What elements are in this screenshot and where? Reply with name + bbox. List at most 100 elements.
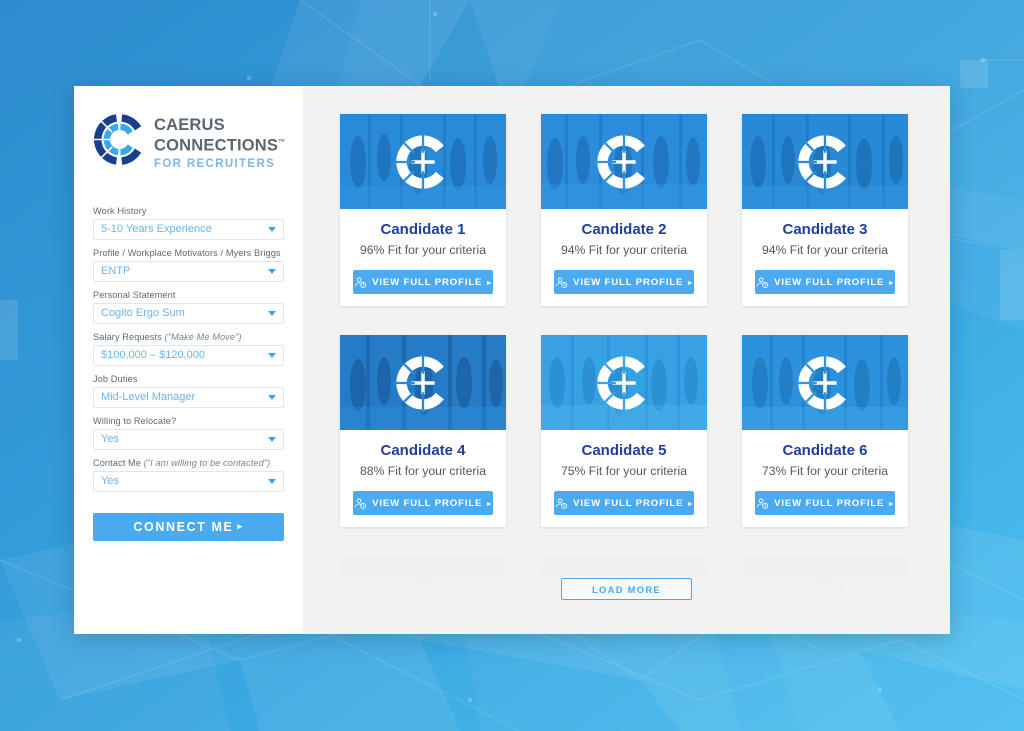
view-full-profile-button[interactable]: VIEW FULL PROFILE ▸ — [755, 491, 895, 515]
main-panel: CAERUS CONNECTIONS™ FOR RECRUITERS Work … — [74, 86, 950, 634]
chevron-down-icon — [268, 479, 276, 484]
connect-me-button[interactable]: CONNECT ME ▸ — [93, 512, 284, 541]
view-full-profile-button[interactable]: VIEW FULL PROFILE ▸ — [554, 270, 694, 294]
person-profile-icon — [555, 276, 568, 289]
person-profile-icon — [354, 276, 367, 289]
app-window: CAERUS CONNECTIONS™ FOR RECRUITERS Work … — [0, 0, 1024, 731]
label-personal-statement: Personal Statement — [93, 290, 284, 300]
candidate-card[interactable]: Candidate 2 94% Fit for your criteria VI… — [541, 114, 707, 306]
label-text: Willing to Relocate? — [93, 415, 177, 426]
label-text: Contact Me — [93, 457, 144, 468]
label-text: Job Duties — [93, 373, 138, 384]
select-salary-requests[interactable]: $100,000 – $120,000 — [93, 344, 284, 366]
trademark-symbol: ™ — [278, 139, 286, 146]
candidate-name: Candidate 3 — [782, 221, 868, 238]
view-full-profile-label: VIEW FULL PROFILE — [774, 497, 885, 509]
caerus-watermark-icon — [595, 132, 653, 191]
view-full-profile-label: VIEW FULL PROFILE — [573, 497, 684, 509]
arrow-right-icon: ▸ — [688, 498, 693, 508]
view-full-profile-button[interactable]: VIEW FULL PROFILE ▸ — [755, 270, 895, 294]
brand-tagline: FOR RECRUITERS — [154, 157, 276, 170]
chevron-down-icon — [268, 227, 276, 232]
view-full-profile-label: VIEW FULL PROFILE — [573, 276, 684, 288]
select-job-duties[interactable]: Mid-Level Manager — [93, 386, 284, 408]
select-profile-motivators[interactable]: ENTP — [93, 260, 284, 282]
connect-me-label: CONNECT ME — [133, 519, 234, 534]
person-profile-icon — [354, 497, 367, 510]
select-profile-motivators-value: ENTP — [101, 265, 131, 277]
view-full-profile-label: VIEW FULL PROFILE — [774, 276, 885, 288]
candidate-fit-score: 96% Fit for your criteria — [360, 243, 486, 257]
view-full-profile-button[interactable]: VIEW FULL PROFILE ▸ — [353, 270, 493, 294]
brand-name-line1: CAERUS — [154, 116, 225, 134]
field-profile-motivators: Profile / Workplace Motivators / Myers B… — [93, 248, 284, 282]
brand-logo: CAERUS CONNECTIONS™ FOR RECRUITERS — [93, 113, 285, 170]
select-personal-statement[interactable]: Cogito Ergo Sum — [93, 302, 284, 324]
candidate-fit-score: 94% Fit for your criteria — [762, 243, 888, 257]
select-contact-me-value: Yes — [101, 475, 119, 487]
field-willing-to-relocate: Willing to Relocate? Yes — [93, 416, 284, 450]
select-job-duties-value: Mid-Level Manager — [101, 391, 196, 403]
select-willing-to-relocate[interactable]: Yes — [93, 428, 284, 450]
chevron-down-icon — [268, 437, 276, 442]
label-profile-motivators: Profile / Workplace Motivators / Myers B… — [93, 248, 284, 258]
chevron-down-icon — [268, 311, 276, 316]
field-salary-requests: Salary Requests ("Make Me Move") $100,00… — [93, 332, 284, 366]
label-hint: ("I am willing to be contacted") — [143, 457, 271, 468]
caerus-watermark-icon — [796, 132, 854, 191]
field-personal-statement: Personal Statement Cogito Ergo Sum — [93, 290, 284, 324]
candidate-card[interactable]: Candidate 1 96% Fit for your criteria VI… — [340, 114, 506, 306]
candidate-name: Candidate 2 — [581, 221, 667, 238]
view-full-profile-button[interactable]: VIEW FULL PROFILE ▸ — [554, 491, 694, 515]
filter-sidebar: CAERUS CONNECTIONS™ FOR RECRUITERS Work … — [74, 86, 303, 634]
arrow-right-icon: ▸ — [688, 277, 693, 287]
view-full-profile-label: VIEW FULL PROFILE — [372, 276, 483, 288]
label-text: Work History — [93, 205, 147, 216]
label-text: Personal Statement — [93, 289, 176, 300]
candidate-thumbnail — [541, 335, 707, 430]
candidate-card[interactable]: Candidate 5 75% Fit for your criteria VI… — [541, 335, 707, 527]
arrow-right-icon: ▸ — [487, 277, 492, 287]
filter-form: Work History 5-10 Years Experience Profi… — [93, 206, 284, 541]
person-profile-icon — [756, 276, 769, 289]
arrow-right-icon: ▸ — [237, 521, 244, 531]
caerus-watermark-icon — [394, 132, 452, 191]
select-contact-me[interactable]: Yes — [93, 470, 284, 492]
select-willing-to-relocate-value: Yes — [101, 433, 119, 445]
label-salary-requests: Salary Requests ("Make Me Move") — [93, 332, 284, 342]
view-full-profile-button[interactable]: VIEW FULL PROFILE ▸ — [353, 491, 493, 515]
select-salary-requests-value: $100,000 – $120,000 — [101, 349, 205, 361]
candidate-card[interactable]: Candidate 6 73% Fit for your criteria VI… — [742, 335, 908, 527]
candidate-results: Candidate 1 96% Fit for your criteria VI… — [303, 86, 950, 634]
select-work-history-value: 5-10 Years Experience — [101, 223, 212, 235]
candidate-thumbnail — [742, 335, 908, 430]
person-profile-icon — [756, 497, 769, 510]
brand-wordmark: CAERUS CONNECTIONS™ FOR RECRUITERS — [154, 113, 285, 170]
load-more-button[interactable]: LOAD MORE — [561, 578, 692, 600]
load-more-container: LOAD MORE — [303, 578, 950, 600]
caerus-watermark-icon — [595, 353, 653, 412]
chevron-down-icon — [268, 353, 276, 358]
field-job-duties: Job Duties Mid-Level Manager — [93, 374, 284, 408]
candidate-thumbnail — [742, 114, 908, 209]
candidate-name: Candidate 5 — [581, 442, 667, 459]
arrow-right-icon: ▸ — [889, 498, 894, 508]
label-text: Profile / Workplace Motivators / Myers B… — [93, 247, 281, 258]
view-full-profile-label: VIEW FULL PROFILE — [372, 497, 483, 509]
arrow-right-icon: ▸ — [487, 498, 492, 508]
candidate-thumbnail — [340, 335, 506, 430]
candidate-fit-score: 73% Fit for your criteria — [762, 464, 888, 478]
field-work-history: Work History 5-10 Years Experience — [93, 206, 284, 240]
caerus-watermark-icon — [796, 353, 854, 412]
label-hint: ("Make Me Move") — [164, 331, 242, 342]
arrow-right-icon: ▸ — [889, 277, 894, 287]
brand-name-line2: CONNECTIONS — [154, 136, 279, 155]
candidate-card[interactable]: Candidate 4 88% Fit for your criteria VI… — [340, 335, 506, 527]
label-work-history: Work History — [93, 206, 284, 216]
candidate-thumbnail — [340, 114, 506, 209]
select-work-history[interactable]: 5-10 Years Experience — [93, 218, 284, 240]
candidate-name: Candidate 4 — [380, 442, 466, 459]
candidate-card[interactable]: Candidate 3 94% Fit for your criteria VI… — [742, 114, 908, 306]
caerus-watermark-icon — [394, 353, 452, 412]
person-profile-icon — [555, 497, 568, 510]
